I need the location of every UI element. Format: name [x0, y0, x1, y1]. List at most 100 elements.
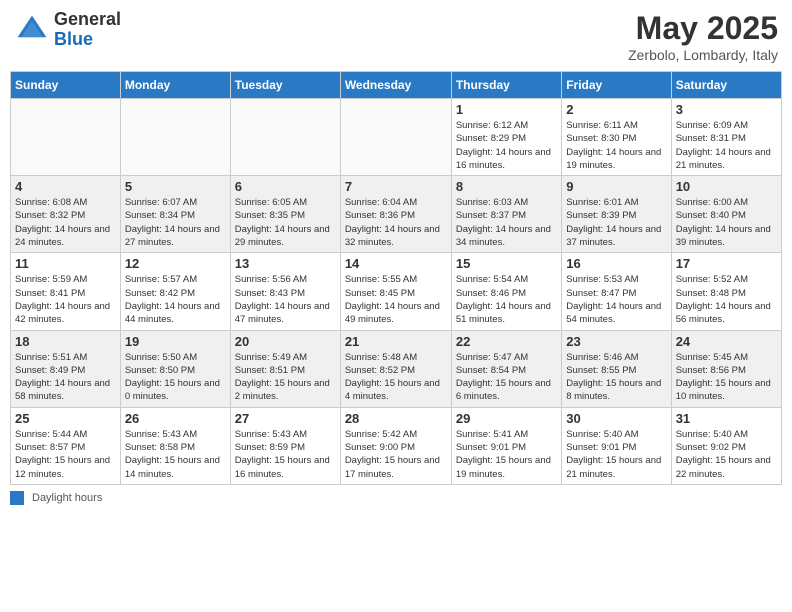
day-number: 11 [15, 256, 116, 271]
calendar-day-cell: 5 Sunrise: 6:07 AMSunset: 8:34 PMDaylight… [120, 176, 230, 253]
calendar-day-cell: 6 Sunrise: 6:05 AMSunset: 8:35 PMDaylight… [230, 176, 340, 253]
day-info: Sunrise: 6:01 AMSunset: 8:39 PMDaylight:… [566, 196, 666, 249]
day-info: Sunrise: 6:03 AMSunset: 8:37 PMDaylight:… [456, 196, 557, 249]
day-info: Sunrise: 5:43 AMSunset: 8:58 PMDaylight:… [125, 428, 226, 481]
day-number: 20 [235, 334, 336, 349]
calendar-day-cell: 12Sunrise: 5:57 AMSunset: 8:42 PMDayligh… [120, 253, 230, 330]
calendar-day-cell: 23 Sunrise: 5:46 AMSunset: 8:55 PMDayligh… [562, 330, 671, 407]
day-number: 30 [566, 411, 666, 426]
calendar-week-row: 11 Sunrise: 5:59 AMSunset: 8:41 PMDayligh… [11, 253, 782, 330]
day-number: 6 [235, 179, 336, 194]
calendar-day-cell: 17 Sunrise: 5:52 AMSunset: 8:48 PMDayligh… [671, 253, 781, 330]
day-number: 2 [566, 102, 666, 117]
calendar-day-header: Monday [120, 72, 230, 99]
day-number: 15 [456, 256, 557, 271]
calendar-week-row: 1 Sunrise: 6:12 AMSunset: 8:29 PMDaylight… [11, 99, 782, 176]
calendar-day-cell: 26 Sunrise: 5:43 AMSunset: 8:58 PMDayligh… [120, 407, 230, 484]
day-number: 23 [566, 334, 666, 349]
day-info: Sunrise: 5:54 AMSunset: 8:46 PMDaylight:… [456, 273, 557, 326]
day-number: 8 [456, 179, 557, 194]
day-number: 24 [676, 334, 777, 349]
calendar-day-cell: 27 Sunrise: 5:43 AMSunset: 8:59 PMDayligh… [230, 407, 340, 484]
legend-label: Daylight hours [32, 492, 102, 504]
logo-icon [14, 12, 50, 48]
calendar-day-cell: 22Sunrise: 5:47 AMSunset: 8:54 PMDayligh… [451, 330, 561, 407]
day-info: Sunrise: 5:42 AMSunset: 9:00 PMDaylight:… [345, 428, 447, 481]
day-number: 31 [676, 411, 777, 426]
calendar-day-cell: 10 Sunrise: 6:00 AMSunset: 8:40 PMDayligh… [671, 176, 781, 253]
day-info: Sunrise: 5:51 AMSunset: 8:49 PMDaylight:… [15, 351, 116, 404]
day-info: Sunrise: 6:12 AMSunset: 8:29 PMDaylight:… [456, 119, 557, 172]
calendar-day-cell: 21Sunrise: 5:48 AMSunset: 8:52 PMDayligh… [340, 330, 451, 407]
day-number: 7 [345, 179, 447, 194]
day-number: 5 [125, 179, 226, 194]
day-number: 4 [15, 179, 116, 194]
logo-text: General Blue [54, 10, 121, 50]
day-info: Sunrise: 5:43 AMSunset: 8:59 PMDaylight:… [235, 428, 336, 481]
day-number: 26 [125, 411, 226, 426]
day-number: 16 [566, 256, 666, 271]
day-number: 13 [235, 256, 336, 271]
calendar-day-header: Friday [562, 72, 671, 99]
day-info: Sunrise: 6:08 AMSunset: 8:32 PMDaylight:… [15, 196, 116, 249]
calendar-day-header: Tuesday [230, 72, 340, 99]
calendar-day-cell: 9 Sunrise: 6:01 AMSunset: 8:39 PMDaylight… [562, 176, 671, 253]
calendar: SundayMondayTuesdayWednesdayThursdayFrid… [10, 71, 782, 485]
calendar-week-row: 4 Sunrise: 6:08 AMSunset: 8:32 PMDaylight… [11, 176, 782, 253]
calendar-header-row: SundayMondayTuesdayWednesdayThursdayFrid… [11, 72, 782, 99]
day-info: Sunrise: 5:41 AMSunset: 9:01 PMDaylight:… [456, 428, 557, 481]
calendar-day-cell: 30Sunrise: 5:40 AMSunset: 9:01 PMDayligh… [562, 407, 671, 484]
day-number: 28 [345, 411, 447, 426]
day-info: Sunrise: 6:05 AMSunset: 8:35 PMDaylight:… [235, 196, 336, 249]
calendar-day-cell: 25 Sunrise: 5:44 AMSunset: 8:57 PMDayligh… [11, 407, 121, 484]
title-block: May 2025 Zerbolo, Lombardy, Italy [628, 10, 778, 63]
day-info: Sunrise: 5:50 AMSunset: 8:50 PMDaylight:… [125, 351, 226, 404]
day-info: Sunrise: 5:56 AMSunset: 8:43 PMDaylight:… [235, 273, 336, 326]
day-info: Sunrise: 6:07 AMSunset: 8:34 PMDaylight:… [125, 196, 226, 249]
day-number: 10 [676, 179, 777, 194]
day-number: 18 [15, 334, 116, 349]
day-info: Sunrise: 5:59 AMSunset: 8:41 PMDaylight:… [15, 273, 116, 326]
day-number: 3 [676, 102, 777, 117]
calendar-week-row: 25 Sunrise: 5:44 AMSunset: 8:57 PMDayligh… [11, 407, 782, 484]
page-header: General Blue May 2025 Zerbolo, Lombardy,… [10, 10, 782, 63]
day-number: 27 [235, 411, 336, 426]
calendar-day-header: Thursday [451, 72, 561, 99]
day-number: 1 [456, 102, 557, 117]
calendar-day-cell: 16Sunrise: 5:53 AMSunset: 8:47 PMDayligh… [562, 253, 671, 330]
calendar-week-row: 18 Sunrise: 5:51 AMSunset: 8:49 PMDayligh… [11, 330, 782, 407]
calendar-day-cell: 2 Sunrise: 6:11 AMSunset: 8:30 PMDaylight… [562, 99, 671, 176]
month-title: May 2025 [628, 10, 778, 47]
day-number: 19 [125, 334, 226, 349]
calendar-day-cell: 7 Sunrise: 6:04 AMSunset: 8:36 PMDaylight… [340, 176, 451, 253]
day-info: Sunrise: 5:49 AMSunset: 8:51 PMDaylight:… [235, 351, 336, 404]
calendar-day-header: Sunday [11, 72, 121, 99]
day-number: 9 [566, 179, 666, 194]
day-info: Sunrise: 5:40 AMSunset: 9:02 PMDaylight:… [676, 428, 777, 481]
calendar-day-cell: 31 Sunrise: 5:40 AMSunset: 9:02 PMDayligh… [671, 407, 781, 484]
calendar-day-cell: 20 Sunrise: 5:49 AMSunset: 8:51 PMDayligh… [230, 330, 340, 407]
legend-box [10, 491, 24, 505]
calendar-day-cell: 19 Sunrise: 5:50 AMSunset: 8:50 PMDayligh… [120, 330, 230, 407]
logo: General Blue [14, 10, 121, 50]
footer: Daylight hours [10, 491, 782, 505]
calendar-day-header: Wednesday [340, 72, 451, 99]
day-info: Sunrise: 6:11 AMSunset: 8:30 PMDaylight:… [566, 119, 666, 172]
day-info: Sunrise: 5:44 AMSunset: 8:57 PMDaylight:… [15, 428, 116, 481]
day-number: 14 [345, 256, 447, 271]
day-info: Sunrise: 6:00 AMSunset: 8:40 PMDaylight:… [676, 196, 777, 249]
day-info: Sunrise: 6:04 AMSunset: 8:36 PMDaylight:… [345, 196, 447, 249]
calendar-day-cell [120, 99, 230, 176]
calendar-day-header: Saturday [671, 72, 781, 99]
day-number: 29 [456, 411, 557, 426]
day-number: 25 [15, 411, 116, 426]
day-info: Sunrise: 5:52 AMSunset: 8:48 PMDaylight:… [676, 273, 777, 326]
calendar-day-cell: 4 Sunrise: 6:08 AMSunset: 8:32 PMDaylight… [11, 176, 121, 253]
day-number: 17 [676, 256, 777, 271]
calendar-day-cell: 13 Sunrise: 5:56 AMSunset: 8:43 PMDayligh… [230, 253, 340, 330]
day-info: Sunrise: 5:47 AMSunset: 8:54 PMDaylight:… [456, 351, 557, 404]
day-info: Sunrise: 5:46 AMSunset: 8:55 PMDaylight:… [566, 351, 666, 404]
calendar-day-cell: 8 Sunrise: 6:03 AMSunset: 8:37 PMDaylight… [451, 176, 561, 253]
day-info: Sunrise: 5:57 AMSunset: 8:42 PMDaylight:… [125, 273, 226, 326]
location: Zerbolo, Lombardy, Italy [628, 47, 778, 63]
